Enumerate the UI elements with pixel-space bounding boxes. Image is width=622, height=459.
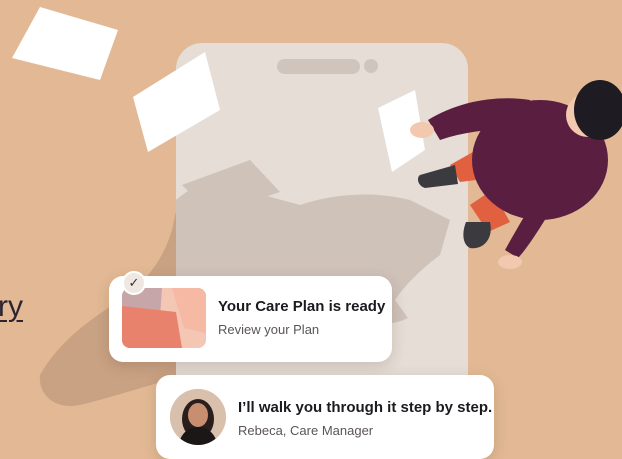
care-plan-subtitle[interactable]: Review your Plan: [218, 322, 319, 337]
care-manager-text: I’ll walk you through it step by step.: [238, 399, 493, 416]
care-plan-thumbnail: [122, 288, 206, 348]
phone-speaker: [277, 59, 360, 74]
care-plan-notification[interactable]: ✓ Your Care Plan is ready Review your Pl…: [109, 271, 392, 362]
check-icon: ✓: [122, 271, 146, 295]
link-text-fragment[interactable]: ry: [0, 290, 23, 324]
care-plan-title: Your Care Plan is ready: [218, 298, 386, 315]
care-manager-signature: Rebeca, Care Manager: [238, 423, 374, 438]
phone-camera: [364, 59, 378, 73]
paper-sheet-1: [12, 7, 118, 80]
care-manager-message[interactable]: I’ll walk you through it step by step. R…: [156, 375, 494, 459]
care-manager-avatar: [170, 389, 226, 445]
